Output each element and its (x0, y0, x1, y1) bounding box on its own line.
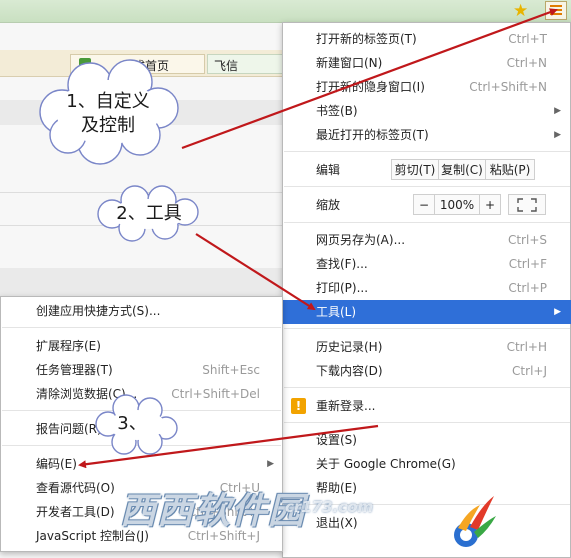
annotation-step-3: 3、 (117, 413, 147, 434)
annotation-arrow-2 (195, 233, 316, 311)
site-logo-icon (454, 496, 496, 547)
watermark-url: cr173.com (285, 498, 374, 516)
annotation-arrow-1 (181, 8, 558, 150)
annotation-overlay (39, 8, 558, 547)
annotation-step-1: 1、自定义 及控制 (66, 91, 150, 136)
annotation-step-2: 2、工具 (116, 203, 182, 224)
watermark-text: 西西软件园 (120, 491, 306, 532)
